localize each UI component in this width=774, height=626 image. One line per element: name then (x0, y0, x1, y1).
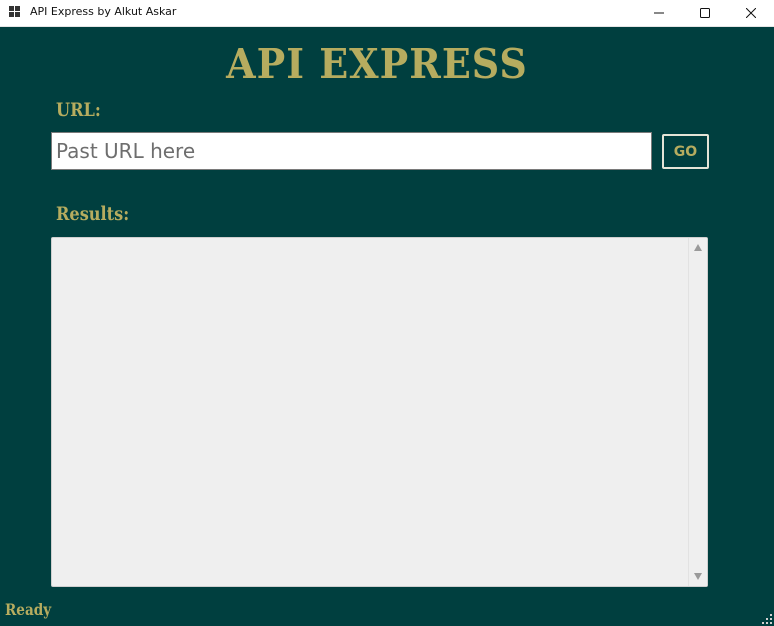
go-button[interactable]: GO (662, 134, 709, 169)
minimize-button[interactable] (636, 0, 682, 26)
close-button[interactable] (728, 0, 774, 26)
close-icon (746, 8, 756, 18)
scroll-up-arrow-icon[interactable] (694, 244, 702, 251)
results-scrollbar[interactable] (688, 238, 707, 586)
maximize-button[interactable] (682, 0, 728, 26)
scroll-down-arrow-icon[interactable] (694, 573, 702, 580)
results-label: Results: (56, 203, 130, 225)
results-textarea[interactable] (51, 237, 708, 587)
url-label: URL: (56, 99, 101, 121)
page-title: API EXPRESS (226, 39, 528, 88)
status-text: Ready (5, 600, 52, 619)
url-input[interactable] (51, 132, 652, 170)
main-panel: API EXPRESS URL: GO Results: Ready (0, 27, 774, 626)
resize-grip-icon[interactable] (760, 612, 772, 624)
title-bar: API Express by Alkut Askar (0, 0, 774, 27)
maximize-icon (700, 8, 710, 18)
window-title: API Express by Alkut Askar (30, 5, 177, 18)
minimize-icon (654, 12, 664, 14)
app-window-icon (9, 6, 20, 17)
